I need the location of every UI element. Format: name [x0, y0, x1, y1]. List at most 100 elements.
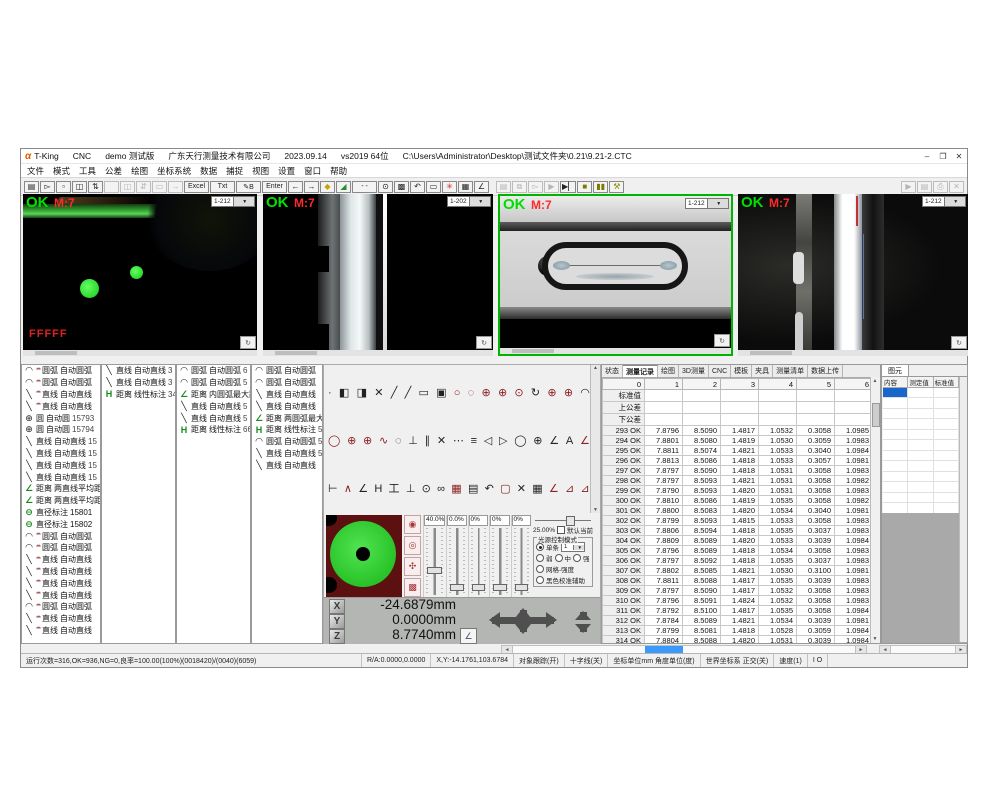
measure-tool-icon-3-5[interactable]: 工: [389, 484, 400, 495]
measure-tool-icon-1-12[interactable]: ⊕: [498, 388, 507, 399]
measure-tool-icon-3-7[interactable]: ⊙: [422, 484, 431, 495]
chevron-down-icon[interactable]: ▼: [469, 197, 491, 206]
grid-row-标准值[interactable]: 标准值: [603, 390, 873, 402]
element-row[interactable]: [883, 472, 959, 483]
list-item-直径标注[interactable]: ⊖直径标注15801: [22, 507, 100, 519]
toolbar-play2-icon[interactable]: ▶: [901, 181, 916, 193]
maximize-button[interactable]: ❐: [935, 150, 951, 162]
measure-tool-icon-1-3[interactable]: ◨: [357, 388, 367, 399]
measurement-row-312[interactable]: 312 OK7.87848.50891.48211.05340.30391.09…: [603, 616, 873, 626]
camera2-selector[interactable]: 1-202▼: [447, 196, 491, 207]
element-cell[interactable]: [883, 419, 908, 429]
measure-tool-icon-3-6[interactable]: ⊥: [406, 484, 416, 495]
menu-item-5[interactable]: 绘图: [131, 165, 148, 177]
list-item-直线[interactable]: ╲直线自动直线: [252, 389, 322, 401]
element-cell[interactable]: [908, 503, 933, 513]
list-item-直线[interactable]: ╲直线自动直线15: [22, 436, 100, 448]
measure-tool-icon-2-3[interactable]: ⊕: [363, 436, 372, 447]
measurement-row-311[interactable]: 311 OK7.87928.51001.48171.05350.30581.09…: [603, 606, 873, 616]
element-cell[interactable]: [908, 419, 933, 429]
measure-tool-icon-2-16[interactable]: A: [566, 436, 573, 447]
element-cell[interactable]: [883, 461, 908, 471]
measurement-row-303[interactable]: 303 OK7.88068.50941.48181.05350.30371.09…: [603, 526, 873, 536]
measurement-row-295[interactable]: 295 OK7.88118.50741.48211.05330.30401.09…: [603, 446, 873, 456]
list-item-圆[interactable]: ⊕圆自动圆15793: [22, 412, 100, 424]
close-button[interactable]: ✕: [951, 150, 967, 162]
measure-tool-icon-2-15[interactable]: ∠: [549, 436, 559, 447]
element-cell[interactable]: [934, 482, 959, 492]
measure-tool-icon-1-9[interactable]: ○: [454, 388, 461, 399]
measure-tool-icon-1-8[interactable]: ▣: [436, 388, 446, 399]
toolbar-move-icon[interactable]: →: [168, 181, 183, 193]
toolbar-edit-batch-button[interactable]: ✎B: [236, 181, 261, 193]
toolbar-stop-icon[interactable]: ■: [577, 181, 592, 193]
menu-item-2[interactable]: 模式: [53, 165, 70, 177]
toolbar-new-icon[interactable]: ▫: [56, 181, 71, 193]
menu-item-8[interactable]: 捕捉: [226, 165, 243, 177]
toolbar-play-gray-icon[interactable]: ▶: [544, 181, 559, 193]
element-cell[interactable]: [908, 482, 933, 492]
toolbar-zoom-icon[interactable]: ⊙: [378, 181, 393, 193]
list-item-直线[interactable]: ╲***直线自动直线: [22, 389, 100, 401]
toolbar-export-txt-button[interactable]: Txt: [210, 181, 235, 193]
toolbar-image-icon[interactable]: ◢: [336, 181, 351, 193]
element-cell[interactable]: [908, 472, 933, 482]
measurement-row-306[interactable]: 306 OK7.87978.50921.48181.05350.30371.09…: [603, 556, 873, 566]
list-item-直线[interactable]: ╲直线自动直线5: [177, 412, 250, 424]
list-item-距离[interactable]: ∠距离两直线平均距: [22, 495, 100, 507]
list-item-距离[interactable]: H距离线性标注34: [102, 389, 175, 401]
list-item-圆弧[interactable]: ◠***圆弧自动圆弧: [22, 542, 100, 554]
list-item-直线[interactable]: ╲***直线自动直线: [22, 589, 100, 601]
intensity-radio-3[interactable]: [573, 554, 581, 562]
grid-light-icon[interactable]: ▩: [404, 578, 421, 597]
toolbar-dashes-button[interactable]: - -: [352, 181, 377, 193]
list-item-圆[interactable]: ⊕圆自动圆15794: [22, 424, 100, 436]
element-row[interactable]: [883, 388, 959, 399]
slider-thumb[interactable]: [472, 584, 486, 591]
toolbar-align-icon[interactable]: ⇅: [88, 181, 103, 193]
camera-view-1[interactable]: OK M:7 FFFFF 1-212▼ ↻: [23, 194, 257, 356]
list-item-直线[interactable]: ╲***直线自动直线: [22, 554, 100, 566]
measurement-row-304[interactable]: 304 OK7.88098.50891.48201.05330.30391.09…: [603, 536, 873, 546]
element-cell[interactable]: [934, 493, 959, 503]
list-item-直线[interactable]: ╲直线自动直线15: [22, 459, 100, 471]
list-item-直线[interactable]: ╲***直线自动直线: [22, 566, 100, 578]
menu-item-9[interactable]: 视图: [252, 165, 269, 177]
tab-状态[interactable]: 状态: [602, 365, 623, 377]
element-panel-scrollbar[interactable]: [959, 377, 967, 642]
list-item-直线[interactable]: ╲直线自动直线: [252, 459, 322, 471]
measure-tool-icon-2-9[interactable]: ⋯: [453, 436, 464, 447]
measure-tool-icon-1-7[interactable]: ▭: [418, 388, 428, 399]
tab-绘图[interactable]: 绘图: [658, 365, 679, 377]
slider-track[interactable]: [426, 528, 443, 595]
menu-item-12[interactable]: 帮助: [330, 165, 347, 177]
menu-item-11[interactable]: 窗口: [304, 165, 321, 177]
measure-tool-icon-2-11[interactable]: ◁: [484, 436, 492, 447]
measure-tool-icon-1-13[interactable]: ⊙: [514, 388, 523, 399]
tab-element[interactable]: 图元: [882, 365, 909, 376]
measure-tool-icon-1-14[interactable]: ↻: [531, 388, 540, 399]
table-vertical-scrollbar[interactable]: ▲▼: [870, 377, 880, 643]
measure-tool-icon-3-17[interactable]: ⊿: [581, 484, 590, 495]
measurement-row-299[interactable]: 299 OK7.87908.50931.48201.05310.30581.09…: [603, 486, 873, 496]
toolbar-open-run-icon[interactable]: ▻: [528, 181, 543, 193]
list-item-圆弧[interactable]: ◠***圆弧自动圆弧: [22, 601, 100, 613]
tab-测量记录[interactable]: 测量记录: [623, 365, 658, 377]
measure-tool-icon-3-14[interactable]: ▦: [532, 484, 542, 495]
element-cell[interactable]: [908, 430, 933, 440]
list-item-直线[interactable]: ╲***直线自动直线: [22, 400, 100, 412]
toolbar-blank-1-icon[interactable]: [104, 181, 119, 193]
measure-tool-icon-3-13[interactable]: ✕: [517, 484, 526, 495]
measure-tool-icon-3-2[interactable]: ∧: [344, 484, 352, 495]
slider-thumb[interactable]: [450, 584, 464, 591]
element-cell[interactable]: [934, 388, 959, 398]
element-cell[interactable]: [883, 472, 908, 482]
camera2-rotate-icon[interactable]: ↻: [476, 336, 492, 349]
camera4-selector[interactable]: 1-212▼: [922, 196, 966, 207]
light-ring-preview[interactable]: [326, 515, 402, 597]
measurement-row-313[interactable]: 313 OK7.87998.50811.48181.05280.30591.09…: [603, 626, 873, 636]
ring-light-icon[interactable]: ◉: [404, 515, 421, 534]
toolbar-forward-icon[interactable]: →: [304, 181, 319, 193]
measure-tool-icon-2-12[interactable]: ▷: [499, 436, 507, 447]
toolbar-dither-icon[interactable]: ▦: [458, 181, 473, 193]
